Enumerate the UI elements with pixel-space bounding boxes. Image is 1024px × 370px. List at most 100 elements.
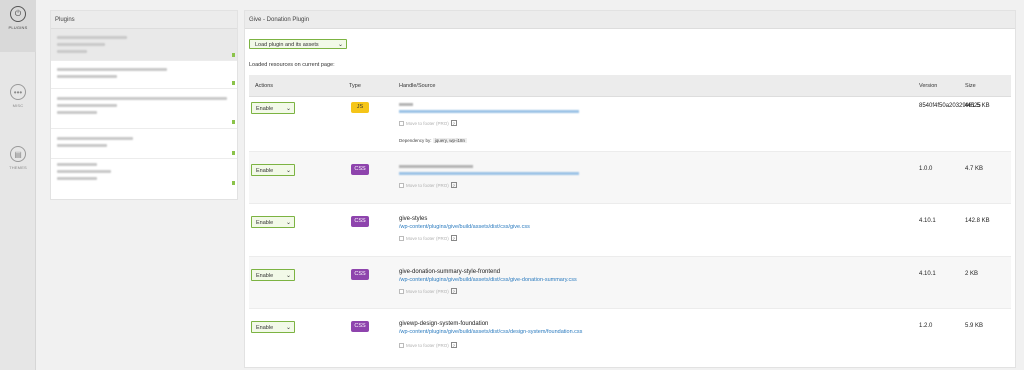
source-link[interactable]: /wp-content/plugins/give/build/assets/di… bbox=[399, 277, 577, 283]
help-icon[interactable]: ? bbox=[450, 235, 457, 241]
version-value: 1.0.0 bbox=[919, 166, 933, 172]
action-select[interactable]: Enable ⌄ bbox=[251, 164, 295, 176]
plugin-assets-panel: Give - Donation Plugin Load plugin and i… bbox=[244, 10, 1016, 368]
status-indicator bbox=[232, 181, 235, 185]
chevron-down-icon: ⌄ bbox=[285, 220, 291, 226]
size-value: 461.5 KB bbox=[965, 103, 990, 109]
version-value: 4.10.1 bbox=[919, 218, 936, 224]
table-header: Actions Type Handle/Source Version Size bbox=[249, 75, 1011, 97]
blurred-source-link[interactable] bbox=[399, 110, 579, 113]
blurred-plugin-name bbox=[57, 137, 133, 140]
size-value: 2 KB bbox=[965, 271, 979, 277]
move-to-footer-label: Move to footer (PRO) bbox=[406, 182, 449, 188]
plugins-panel: Plugins bbox=[50, 10, 238, 200]
blurred-plugin-meta bbox=[57, 177, 97, 180]
status-indicator bbox=[232, 151, 235, 155]
help-icon[interactable]: ? bbox=[450, 120, 457, 126]
action-select[interactable]: Enable ⌄ bbox=[251, 216, 295, 228]
action-value: Enable bbox=[256, 220, 274, 226]
blurred-handle bbox=[399, 103, 413, 106]
nav-label: THEMES bbox=[9, 165, 27, 170]
nav-item-plugins[interactable]: ⏻ PLUGINS bbox=[0, 0, 36, 52]
checkbox[interactable] bbox=[399, 182, 404, 188]
checkbox[interactable] bbox=[399, 342, 404, 348]
blurred-handle bbox=[399, 165, 473, 168]
move-to-footer-label: Move to footer (PRO) bbox=[406, 235, 449, 241]
size-value: 5.9 KB bbox=[965, 323, 984, 329]
blurred-plugin-meta bbox=[57, 43, 105, 46]
version-value: 4.10.1 bbox=[919, 271, 936, 277]
move-to-footer-option[interactable]: Move to footer (PRO) ? bbox=[399, 120, 457, 126]
table-row: Enable ⌄ JS Move to footer (PRO) ? Depen… bbox=[249, 97, 1011, 152]
status-indicator bbox=[232, 120, 235, 124]
dots-icon: ••• bbox=[10, 84, 26, 100]
blurred-plugin-name bbox=[57, 97, 227, 100]
blurred-plugin-name bbox=[57, 163, 97, 166]
type-badge: CSS bbox=[351, 164, 369, 175]
blurred-plugin-meta bbox=[57, 170, 111, 173]
chevron-down-icon: ⌄ bbox=[337, 42, 343, 48]
nav-label: MISC bbox=[12, 103, 24, 108]
move-to-footer-label: Move to footer (PRO) bbox=[406, 342, 449, 348]
table-row: Enable ⌄ CSS givewp-design-system-founda… bbox=[249, 309, 1011, 363]
source-link[interactable]: /wp-content/plugins/give/build/assets/di… bbox=[399, 224, 530, 230]
status-indicator bbox=[232, 53, 235, 57]
plugins-panel-title: Plugins bbox=[51, 11, 237, 29]
plugin-item[interactable] bbox=[51, 129, 237, 159]
blurred-plugin-meta bbox=[57, 50, 87, 53]
move-to-footer-option[interactable]: Move to footer (PRO) ? bbox=[399, 182, 457, 188]
checkbox[interactable] bbox=[399, 120, 404, 126]
plugin-item[interactable] bbox=[51, 159, 237, 189]
checkbox[interactable] bbox=[399, 235, 404, 241]
blurred-plugin-meta bbox=[57, 144, 107, 147]
checkbox[interactable] bbox=[399, 288, 404, 294]
blurred-plugin-name bbox=[57, 36, 127, 39]
action-value: Enable bbox=[256, 106, 274, 112]
dependency-info: Dependency by: jquery, wp-i18n bbox=[399, 138, 467, 143]
col-handle: Handle/Source bbox=[399, 83, 436, 89]
source-link[interactable]: /wp-content/plugins/give/build/assets/di… bbox=[399, 329, 582, 335]
plugin-title: Give - Donation Plugin bbox=[245, 11, 1015, 29]
action-value: Enable bbox=[256, 168, 274, 174]
action-select[interactable]: Enable ⌄ bbox=[251, 102, 295, 114]
action-select[interactable]: Enable ⌄ bbox=[251, 269, 295, 281]
chevron-down-icon: ⌄ bbox=[285, 325, 291, 331]
action-value: Enable bbox=[256, 325, 274, 331]
plugin-item[interactable] bbox=[51, 89, 237, 129]
type-badge: CSS bbox=[351, 269, 369, 280]
help-icon[interactable]: ? bbox=[450, 288, 457, 294]
plugin-item[interactable] bbox=[51, 29, 237, 61]
col-actions: Actions bbox=[255, 83, 274, 89]
nav-item-themes[interactable]: ▤ THEMES bbox=[0, 140, 36, 192]
chevron-down-icon: ⌄ bbox=[285, 168, 291, 174]
handle-name: give-donation-summary-style-frontend bbox=[399, 269, 501, 275]
vertical-nav: ⏻ PLUGINS ••• MISC ▤ THEMES bbox=[0, 0, 36, 370]
plugin-item[interactable] bbox=[51, 61, 237, 89]
dependency-value: jquery, wp-i18n bbox=[432, 138, 467, 143]
type-badge: CSS bbox=[351, 321, 369, 332]
app-root: ⏻ PLUGINS ••• MISC ▤ THEMES Plugins Give… bbox=[0, 0, 1024, 370]
help-icon[interactable]: ? bbox=[450, 342, 457, 348]
move-to-footer-label: Move to footer (PRO) bbox=[406, 120, 449, 126]
size-value: 4.7 KB bbox=[965, 166, 984, 172]
move-to-footer-option[interactable]: Move to footer (PRO) ? bbox=[399, 342, 457, 348]
move-to-footer-option[interactable]: Move to footer (PRO) ? bbox=[399, 235, 457, 241]
type-badge: CSS bbox=[351, 216, 369, 227]
table-row: Enable ⌄ CSS give-donation-summary-style… bbox=[249, 257, 1011, 309]
help-icon[interactable]: ? bbox=[450, 182, 457, 188]
load-select-value: Load plugin and its assets bbox=[255, 42, 319, 48]
nav-label: PLUGINS bbox=[8, 25, 28, 30]
load-plugin-select[interactable]: Load plugin and its assets ⌄ bbox=[249, 39, 347, 49]
move-to-footer-option[interactable]: Move to footer (PRO) ? bbox=[399, 288, 457, 294]
version-value: 1.2.0 bbox=[919, 323, 933, 329]
blurred-plugin-meta bbox=[57, 111, 97, 114]
loaded-resources-label: Loaded resources on current page: bbox=[249, 62, 335, 68]
blurred-plugin-meta bbox=[57, 104, 117, 107]
action-select[interactable]: Enable ⌄ bbox=[251, 321, 295, 333]
nav-item-misc[interactable]: ••• MISC bbox=[0, 78, 36, 130]
plug-icon: ⏻ bbox=[10, 6, 26, 22]
move-to-footer-label: Move to footer (PRO) bbox=[406, 288, 449, 294]
handle-name: givewp-design-system-foundation bbox=[399, 321, 489, 327]
table-row: Enable ⌄ CSS give-styles /wp-content/plu… bbox=[249, 204, 1011, 257]
blurred-source-link[interactable] bbox=[399, 172, 579, 175]
